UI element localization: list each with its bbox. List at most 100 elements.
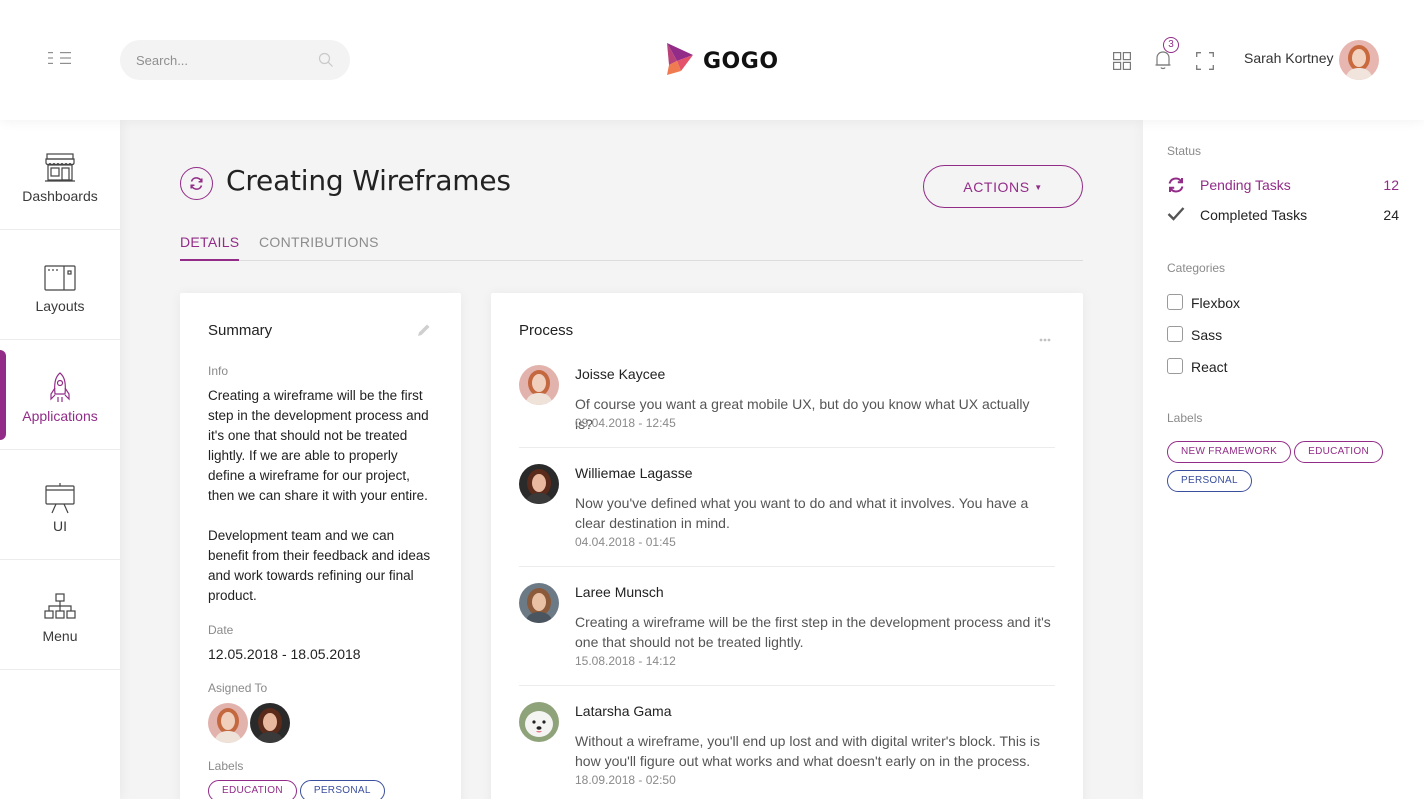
sidebar-item-label: Menu bbox=[42, 628, 78, 644]
list-item[interactable]: Joisse Kaycee Of course you want a great… bbox=[519, 365, 1055, 448]
assigned-label: Asigned To bbox=[208, 681, 268, 695]
avatar[interactable] bbox=[250, 703, 290, 743]
category-label: React bbox=[1191, 359, 1228, 375]
user-name[interactable]: Sarah Kortney bbox=[1244, 50, 1334, 66]
user-avatar[interactable] bbox=[1339, 40, 1379, 80]
contribution-time: 09.04.2018 - 12:45 bbox=[575, 416, 676, 430]
search-box bbox=[120, 40, 350, 80]
avatar bbox=[519, 583, 559, 623]
status-pending-tasks[interactable]: Pending Tasks 12 bbox=[1167, 175, 1399, 195]
tab-bar: DETAILS CONTRIBUTIONS bbox=[180, 232, 1083, 261]
avatar bbox=[519, 365, 559, 405]
menu-toggle-icon[interactable] bbox=[48, 51, 72, 65]
sidebar-item-layouts[interactable]: Layouts bbox=[0, 230, 120, 340]
sidebar-item-label: Layouts bbox=[35, 298, 85, 314]
info-paragraph-1: Creating a wireframe will be the first s… bbox=[208, 388, 429, 503]
label-filters: NEW FRAMEWORK EDUCATION PERSONAL bbox=[1167, 441, 1407, 499]
label-badge[interactable]: EDUCATION bbox=[1294, 441, 1383, 463]
logo-mark-icon bbox=[665, 41, 695, 82]
status-completed-tasks[interactable]: Completed Tasks 24 bbox=[1167, 205, 1399, 225]
layout-icon bbox=[44, 262, 76, 294]
sidebar-item-ui[interactable]: UI bbox=[0, 450, 120, 560]
checkbox[interactable] bbox=[1167, 294, 1183, 310]
avatar[interactable] bbox=[208, 703, 248, 743]
sidebar-item-label: UI bbox=[53, 518, 67, 534]
pending-tasks-count: 12 bbox=[1383, 177, 1399, 193]
tab-contributions[interactable]: CONTRIBUTIONS bbox=[259, 234, 379, 261]
actions-button[interactable]: ACTIONS ▼ bbox=[923, 165, 1083, 208]
summary-card: Summary Info Creating a wireframe will b… bbox=[180, 293, 461, 799]
checkbox[interactable] bbox=[1167, 358, 1183, 374]
sidebar-item-label: Dashboards bbox=[22, 188, 98, 204]
rocket-icon bbox=[44, 372, 76, 404]
process-card: Process Joisse Kaycee Of course you want… bbox=[491, 293, 1083, 799]
refresh-icon bbox=[1167, 176, 1185, 197]
sidebar-item-dashboards[interactable]: Dashboards bbox=[0, 120, 120, 230]
easel-icon bbox=[44, 482, 76, 514]
tab-details[interactable]: DETAILS bbox=[180, 234, 240, 261]
info-label: Info bbox=[208, 364, 229, 378]
summary-labels: EDUCATION PERSONAL bbox=[208, 780, 448, 799]
process-title: Process bbox=[519, 322, 574, 339]
label-badge[interactable]: PERSONAL bbox=[1167, 470, 1252, 492]
date-label: Date bbox=[208, 623, 234, 637]
info-paragraph-2: Development team and we can benefit from… bbox=[208, 528, 431, 603]
fullscreen-icon[interactable] bbox=[1196, 52, 1214, 75]
list-item[interactable]: Latarsha Gama Without a wireframe, you'l… bbox=[519, 702, 1055, 799]
label-badge[interactable]: NEW FRAMEWORK bbox=[1167, 441, 1292, 463]
page-title: Creating Wireframes bbox=[226, 164, 511, 197]
caret-down-icon: ▼ bbox=[1034, 182, 1043, 192]
contribution-text: Creating a wireframe will be the first s… bbox=[575, 614, 1051, 650]
top-navbar: GOGO 3 Sarah Kortney bbox=[0, 0, 1424, 120]
contribution-time: 18.09.2018 - 02:50 bbox=[575, 773, 676, 787]
label-badge[interactable]: PERSONAL bbox=[299, 780, 385, 799]
contributor-name: Laree Munsch bbox=[575, 584, 664, 600]
shop-icon bbox=[44, 152, 76, 184]
notification-count-badge: 3 bbox=[1163, 37, 1179, 53]
contribution-text: Now you've defined what you want to do a… bbox=[575, 495, 1029, 531]
pencil-icon[interactable] bbox=[417, 323, 431, 342]
check-icon bbox=[1167, 206, 1185, 225]
list-item[interactable]: Williemae Lagasse Now you've defined wha… bbox=[519, 464, 1055, 567]
hierarchy-icon bbox=[44, 592, 76, 624]
contribution-time: 15.08.2018 - 14:12 bbox=[575, 654, 676, 668]
main-sidebar: Dashboards Layouts Applications UI Menu bbox=[0, 120, 120, 799]
contributor-name: Joisse Kaycee bbox=[575, 366, 666, 382]
category-label: Flexbox bbox=[1191, 295, 1241, 311]
sidebar-item-applications[interactable]: Applications bbox=[0, 340, 120, 450]
contributor-name: Latarsha Gama bbox=[575, 703, 672, 719]
sidebar-item-label: Applications bbox=[22, 408, 98, 424]
contributor-name: Williemae Lagasse bbox=[575, 465, 693, 481]
summary-title: Summary bbox=[208, 322, 273, 339]
search-input[interactable] bbox=[136, 40, 306, 80]
label-badge[interactable]: EDUCATION bbox=[208, 780, 297, 799]
contribution-time: 04.04.2018 - 01:45 bbox=[575, 535, 676, 549]
avatar bbox=[519, 702, 559, 742]
search-icon[interactable] bbox=[318, 52, 334, 73]
date-value: 12.05.2018 - 18.05.2018 bbox=[208, 646, 361, 662]
status-label: Status bbox=[1167, 144, 1202, 158]
more-options-icon[interactable] bbox=[1039, 329, 1051, 347]
notification-bell-icon[interactable] bbox=[1155, 50, 1171, 75]
pending-tasks-label: Pending Tasks bbox=[1200, 177, 1291, 193]
right-sidebar: Status Pending Tasks 12 Completed Tasks … bbox=[1143, 120, 1424, 799]
brand-logo[interactable]: GOGO bbox=[665, 42, 779, 80]
list-item[interactable]: Laree Munsch Creating a wireframe will b… bbox=[519, 583, 1055, 686]
categories-label: Categories bbox=[1167, 261, 1226, 275]
category-checkbox-flexbox[interactable]: Flexbox bbox=[1167, 294, 1367, 312]
assigned-avatars bbox=[208, 703, 292, 743]
logo-text: GOGO bbox=[703, 48, 779, 74]
labels-label: Labels bbox=[208, 759, 244, 773]
labels-label: Labels bbox=[1167, 411, 1203, 425]
avatar bbox=[519, 464, 559, 504]
completed-tasks-count: 24 bbox=[1383, 207, 1399, 223]
completed-tasks-label: Completed Tasks bbox=[1200, 207, 1308, 223]
apps-grid-icon[interactable] bbox=[1113, 52, 1131, 75]
checkbox[interactable] bbox=[1167, 326, 1183, 342]
category-checkbox-react[interactable]: React bbox=[1167, 358, 1367, 376]
sidebar-item-menu[interactable]: Menu bbox=[0, 560, 120, 670]
category-checkbox-sass[interactable]: Sass bbox=[1167, 326, 1367, 344]
actions-label: ACTIONS bbox=[963, 178, 1030, 195]
category-label: Sass bbox=[1191, 327, 1223, 343]
refresh-icon bbox=[180, 167, 213, 200]
